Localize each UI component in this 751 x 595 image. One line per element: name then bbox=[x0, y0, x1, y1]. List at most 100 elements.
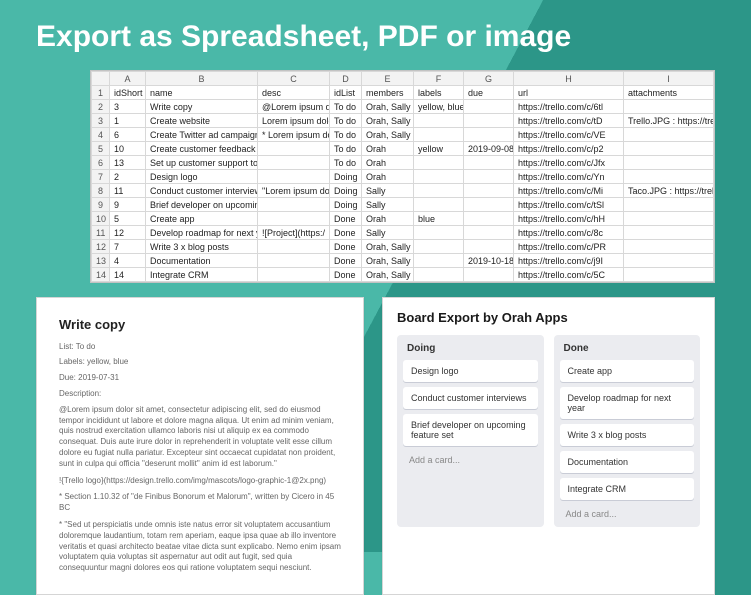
cell: 6 bbox=[110, 128, 146, 142]
cell bbox=[414, 156, 464, 170]
pdf-paragraph: !{Trello logo}(https://design.trello.com… bbox=[59, 476, 341, 487]
table-row: 1414Integrate CRMDoneOrah, Sallyhttps://… bbox=[92, 268, 714, 282]
cell: Create website bbox=[146, 114, 258, 128]
board-card-item[interactable]: Design logo bbox=[403, 360, 538, 382]
pdf-paragraph: * "Sed ut perspiciatis unde omnis iste n… bbox=[59, 520, 341, 574]
cell: Done bbox=[330, 226, 362, 240]
cell: Set up customer support tool bbox=[146, 156, 258, 170]
cell bbox=[414, 170, 464, 184]
header-cell: due bbox=[464, 86, 514, 100]
board-card-item[interactable]: Create app bbox=[560, 360, 695, 382]
table-row: 31Create websiteLorem ipsum doloTo doOra… bbox=[92, 114, 714, 128]
board-card-item[interactable]: Conduct customer interviews bbox=[403, 387, 538, 409]
cell: Orah, Sally bbox=[362, 114, 414, 128]
cell: blue bbox=[414, 212, 464, 226]
cell: https://trello.com/c/tD bbox=[514, 114, 624, 128]
board-card-item[interactable]: Integrate CRM bbox=[560, 478, 695, 500]
board-card-item[interactable]: Brief developer on upcoming feature set bbox=[403, 414, 538, 446]
cell: Trello.JPG : https://trello- bbox=[624, 114, 714, 128]
cell: Sally bbox=[362, 198, 414, 212]
cell: yellow, blue bbox=[414, 100, 464, 114]
cell bbox=[624, 268, 714, 282]
cell: Done bbox=[330, 240, 362, 254]
cell: 3 bbox=[110, 100, 146, 114]
cell: https://trello.com/c/6tl bbox=[514, 100, 624, 114]
cell: 1 bbox=[110, 114, 146, 128]
row-number: 9 bbox=[92, 198, 110, 212]
cell: Conduct customer interviews bbox=[146, 184, 258, 198]
row-number: 10 bbox=[92, 212, 110, 226]
spreadsheet-table: A B C D E F G H I 1idShortnamedescidList… bbox=[91, 71, 714, 282]
cell: https://trello.com/c/p2 bbox=[514, 142, 624, 156]
table-row: 99Brief developer on upcomingDoingSallyh… bbox=[92, 198, 714, 212]
pdf-title: Write copy bbox=[59, 316, 341, 334]
cell bbox=[624, 254, 714, 268]
cell bbox=[464, 184, 514, 198]
page-title: Export as Spreadsheet, PDF or image bbox=[0, 0, 751, 70]
cell bbox=[414, 198, 464, 212]
cell bbox=[624, 156, 714, 170]
board-list: DoingDesign logo Conduct customer intervi… bbox=[397, 335, 544, 527]
cell bbox=[624, 226, 714, 240]
col-letter: D bbox=[330, 72, 362, 86]
board-card-item[interactable]: Documentation bbox=[560, 451, 695, 473]
cell: Done bbox=[330, 268, 362, 282]
board-card-item[interactable]: Develop roadmap for next year bbox=[560, 387, 695, 419]
cell: To do bbox=[330, 156, 362, 170]
cell bbox=[258, 142, 330, 156]
cell: Brief developer on upcoming bbox=[146, 198, 258, 212]
row-number: 8 bbox=[92, 184, 110, 198]
cell: 14 bbox=[110, 268, 146, 282]
cell: Doing bbox=[330, 184, 362, 198]
header-cell: idShort bbox=[110, 86, 146, 100]
cell bbox=[414, 226, 464, 240]
cell: 5 bbox=[110, 212, 146, 226]
cell: To do bbox=[330, 100, 362, 114]
cell: Orah, Sally bbox=[362, 268, 414, 282]
cell bbox=[258, 156, 330, 170]
cell: https://trello.com/c/VE bbox=[514, 128, 624, 142]
cell: 9 bbox=[110, 198, 146, 212]
cell bbox=[258, 170, 330, 184]
pdf-due: Due: 2019-07-31 bbox=[59, 373, 341, 384]
header-cell: labels bbox=[414, 86, 464, 100]
cell bbox=[624, 100, 714, 114]
cell: 11 bbox=[110, 184, 146, 198]
cell bbox=[414, 254, 464, 268]
cell bbox=[624, 128, 714, 142]
cell: Doing bbox=[330, 198, 362, 212]
cell: Orah bbox=[362, 142, 414, 156]
col-letter: C bbox=[258, 72, 330, 86]
cell bbox=[464, 226, 514, 240]
cell bbox=[258, 254, 330, 268]
cell bbox=[464, 212, 514, 226]
col-letter: B bbox=[146, 72, 258, 86]
board-card-item[interactable]: Write 3 x blog posts bbox=[560, 424, 695, 446]
cell: https://trello.com/c/Yn bbox=[514, 170, 624, 184]
header-cell: url bbox=[514, 86, 624, 100]
list-title: Doing bbox=[403, 341, 538, 360]
cell: Orah, Sally bbox=[362, 240, 414, 254]
cell bbox=[464, 114, 514, 128]
table-row: 46Create Twitter ad campaign* Lorem ipsu… bbox=[92, 128, 714, 142]
cell bbox=[258, 240, 330, 254]
cell bbox=[624, 240, 714, 254]
cell: 7 bbox=[110, 240, 146, 254]
cell bbox=[464, 100, 514, 114]
add-card-link[interactable]: Add a card... bbox=[560, 505, 695, 521]
cell: ![Project](https:/ bbox=[258, 226, 330, 240]
table-row: 72Design logoDoingOrahhttps://trello.com… bbox=[92, 170, 714, 184]
cell bbox=[414, 240, 464, 254]
col-letter: A bbox=[110, 72, 146, 86]
cell: "Lorem ipsum do bbox=[258, 184, 330, 198]
cell bbox=[258, 198, 330, 212]
cell: To do bbox=[330, 114, 362, 128]
table-row: 23Write copy@Lorem ipsum doTo doOrah, Sa… bbox=[92, 100, 714, 114]
cell: 13 bbox=[110, 156, 146, 170]
cell: Orah bbox=[362, 170, 414, 184]
cell bbox=[414, 184, 464, 198]
board-list: DoneCreate appDevelop roadmap for next y… bbox=[554, 335, 701, 527]
cell bbox=[414, 128, 464, 142]
row-number: 6 bbox=[92, 156, 110, 170]
add-card-link[interactable]: Add a card... bbox=[403, 451, 538, 467]
